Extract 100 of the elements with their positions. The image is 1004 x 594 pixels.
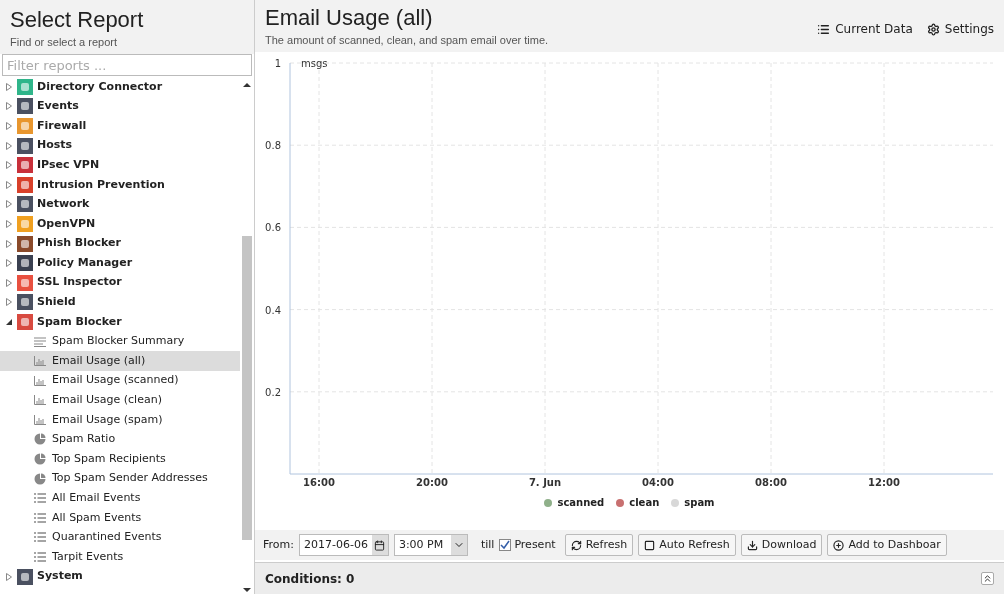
- report-item[interactable]: All Email Events: [0, 488, 240, 509]
- list-icon: [34, 493, 46, 504]
- report-item[interactable]: All Spam Events: [0, 508, 240, 528]
- report-label: All Email Events: [52, 490, 141, 506]
- collapsed-arrow-icon[interactable]: [5, 572, 13, 581]
- report-item[interactable]: Top Spam Recipients: [0, 449, 240, 469]
- lines-icon: [34, 336, 46, 347]
- collapsed-arrow-icon[interactable]: [5, 278, 13, 287]
- x-tick-label: 08:00: [755, 477, 787, 488]
- refresh-button[interactable]: Refresh: [564, 534, 634, 556]
- tree-item[interactable]: Policy Manager: [0, 253, 240, 273]
- tree-item[interactable]: Network: [0, 194, 240, 215]
- chevrons-up-icon: [982, 573, 993, 584]
- report-label: Top Spam Recipients: [52, 450, 166, 467]
- time-field[interactable]: 3:00 PM: [393, 534, 468, 556]
- report-item[interactable]: Email Usage (all): [0, 351, 240, 371]
- tree-item[interactable]: Shield: [0, 292, 240, 313]
- report-item[interactable]: Tarpit Events: [0, 547, 240, 567]
- pie-chart-icon: [34, 453, 46, 466]
- tree-item[interactable]: IPsec VPN: [0, 155, 240, 175]
- collapsed-arrow-icon[interactable]: [5, 259, 13, 268]
- collapsed-arrow-icon[interactable]: [5, 141, 13, 150]
- legend-label[interactable]: clean: [629, 495, 660, 510]
- report-label: Quarantined Events: [52, 529, 162, 546]
- tree-item[interactable]: OpenVPN: [0, 214, 240, 234]
- button-icon: [833, 539, 845, 551]
- settings-button[interactable]: Settings: [926, 20, 994, 38]
- report-item[interactable]: Email Usage (spam): [0, 410, 240, 430]
- x-tick-label: 04:00: [642, 477, 674, 488]
- tree-item[interactable]: Directory Connector: [0, 77, 240, 97]
- legend-label[interactable]: scanned: [557, 495, 605, 510]
- list-icon: [34, 512, 46, 523]
- report-item[interactable]: Spam Blocker Summary: [0, 331, 240, 352]
- date-field[interactable]: 2017-06-06: [298, 534, 389, 556]
- till-label: till: [480, 536, 495, 553]
- x-tick-label: 7. Jun: [528, 477, 562, 488]
- tree-item[interactable]: Hosts: [0, 135, 240, 156]
- y-tick-label: 0.6: [265, 222, 281, 234]
- collapsed-arrow-icon[interactable]: [5, 298, 13, 307]
- collapsed-arrow-icon[interactable]: [5, 239, 13, 248]
- tree-label: Hosts: [37, 137, 73, 154]
- tree-item[interactable]: System: [0, 566, 240, 587]
- tree-label: Events: [37, 98, 79, 115]
- bar-chart-icon: [34, 395, 46, 406]
- current-data-button[interactable]: Current Data: [817, 20, 913, 38]
- tree-label: SSL Inspector: [37, 274, 122, 291]
- report-label: Email Usage (spam): [52, 411, 163, 428]
- report-item[interactable]: Spam Ratio: [0, 429, 240, 450]
- pie-chart-icon: [34, 433, 46, 446]
- collapsed-arrow-icon[interactable]: [5, 161, 13, 170]
- tree-item[interactable]: SSL Inspector: [0, 272, 240, 293]
- tree-item[interactable]: Events: [0, 96, 240, 117]
- report-item[interactable]: Email Usage (clean): [0, 390, 240, 411]
- collapsed-arrow-icon[interactable]: [5, 82, 13, 91]
- expanded-arrow-icon[interactable]: [5, 317, 13, 326]
- report-description: The amount of scanned, clean, and spam email over time.: [265, 33, 549, 48]
- collapsed-arrow-icon[interactable]: [5, 219, 13, 228]
- collapsed-arrow-icon[interactable]: [5, 180, 13, 189]
- auto-refresh-button[interactable]: Auto Refresh: [638, 534, 736, 556]
- tree-item[interactable]: Intrusion Prevention: [0, 174, 240, 195]
- tree-item[interactable]: Spam Blocker: [0, 312, 240, 332]
- tree-label: Spam Blocker: [37, 313, 122, 330]
- tree-item[interactable]: Phish Blocker: [0, 233, 240, 254]
- report-label: All Spam Events: [52, 509, 142, 526]
- x-tick-label: 12:00: [868, 477, 900, 488]
- x-tick-label: 16:00: [303, 477, 335, 488]
- tree-label: Directory Connector: [37, 78, 163, 95]
- collapse-button[interactable]: [981, 572, 994, 585]
- tree-label: Firewall: [37, 117, 87, 134]
- collapsed-arrow-icon[interactable]: [5, 102, 13, 111]
- button-icon: [570, 539, 582, 551]
- tree-label: Intrusion Prevention: [37, 176, 165, 193]
- list-icon: [817, 22, 831, 36]
- y-tick-label: 1: [274, 58, 281, 69]
- report-label: Email Usage (clean): [52, 392, 162, 409]
- button-icon: [746, 539, 758, 551]
- add-to-dashboard-button[interactable]: Add to Dashboar: [827, 534, 947, 556]
- collapsed-arrow-icon[interactable]: [5, 122, 13, 130]
- tree-label: Policy Manager: [37, 254, 133, 271]
- report-item[interactable]: Top Spam Sender Addresses: [0, 468, 240, 489]
- bar-chart-icon: [34, 375, 46, 386]
- y-tick-label: 0.2: [265, 386, 281, 398]
- bar-chart-icon: [34, 414, 46, 425]
- tree-label: OpenVPN: [37, 215, 96, 232]
- bar-chart-icon: [34, 356, 46, 367]
- download-button[interactable]: Download: [740, 534, 823, 556]
- filter-field[interactable]: Filter reports ...: [2, 54, 252, 76]
- report-item[interactable]: Email Usage (scanned): [0, 370, 240, 391]
- tree-item[interactable]: Firewall: [0, 116, 240, 136]
- check-icon: [500, 540, 511, 550]
- report-label: Tarpit Events: [52, 548, 124, 565]
- legend-label[interactable]: spam: [684, 495, 715, 510]
- from-label: From:: [263, 536, 294, 553]
- sidebar-title: Select Report: [10, 6, 145, 34]
- calendar-icon: [374, 539, 386, 551]
- collapsed-arrow-icon[interactable]: [5, 200, 13, 209]
- conditions-label: Conditions: 0: [265, 570, 355, 588]
- y-tick-label: 0.4: [265, 304, 281, 316]
- present-checkbox[interactable]: Present: [499, 536, 556, 554]
- report-item[interactable]: Quarantined Events: [0, 527, 240, 548]
